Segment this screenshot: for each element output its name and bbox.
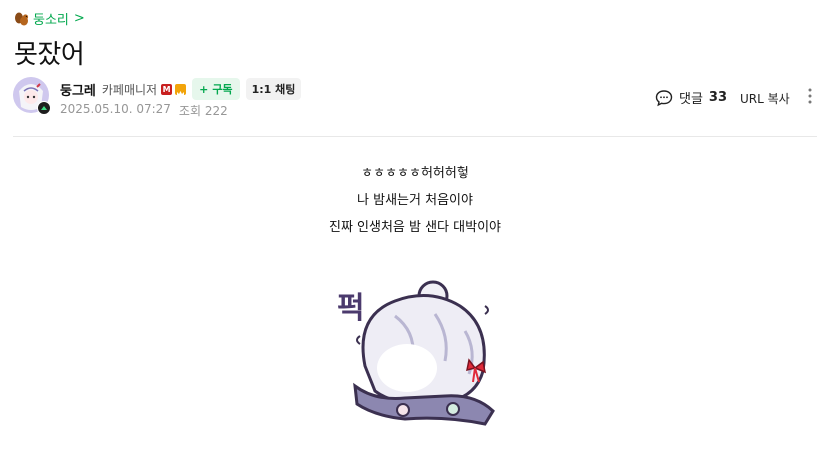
author-nickname[interactable]: 둥그레 (60, 80, 96, 99)
plus-icon: + (199, 82, 209, 96)
comments-label: 댓글 (679, 92, 703, 107)
breadcrumb[interactable]: 둥소리 > (14, 9, 85, 28)
post-date: 2025.05.10. 07:27 (60, 102, 171, 116)
page-title: 못잤어 (14, 40, 85, 70)
post-meta: 2025.05.10. 07:27 조회 222 (60, 102, 228, 119)
url-copy-button[interactable]: URL 복사 (740, 90, 790, 107)
squirrel-icon (15, 12, 29, 25)
level-badge-icon (37, 101, 51, 115)
divider (13, 136, 817, 137)
view-count: 조회 222 (178, 104, 228, 118)
comments-button[interactable]: 댓글 33 (655, 88, 727, 107)
svg-text:퍽: 퍽 (337, 291, 365, 326)
sticker-image: 퍽 (337, 280, 495, 426)
subscribe-button[interactable]: + 구독 (192, 78, 240, 100)
subscribe-label: 구독 (212, 83, 233, 96)
chevron-right-icon: > (73, 11, 85, 26)
comments-count: 33 (708, 90, 728, 105)
crown-badge-icon (175, 83, 187, 96)
content-line: 진짜 인생처음 밤 샌다 대박이야 (328, 220, 501, 235)
comment-icon (655, 89, 673, 106)
more-options-icon[interactable] (806, 86, 814, 106)
manager-badge-icon: M (161, 83, 173, 95)
author-info: 둥그레 카페매니저 M + 구독 1:1 채팅 (60, 78, 302, 100)
author-role: 카페매니저 (101, 82, 158, 97)
content-line: 나 밤새는거 처음이야 (357, 193, 473, 208)
chat-button[interactable]: 1:1 채팅 (245, 78, 302, 100)
content-line: ㅎㅎㅎㅎㅎ허허허헣 (361, 166, 469, 181)
board-name[interactable]: 둥소리 (33, 9, 69, 28)
